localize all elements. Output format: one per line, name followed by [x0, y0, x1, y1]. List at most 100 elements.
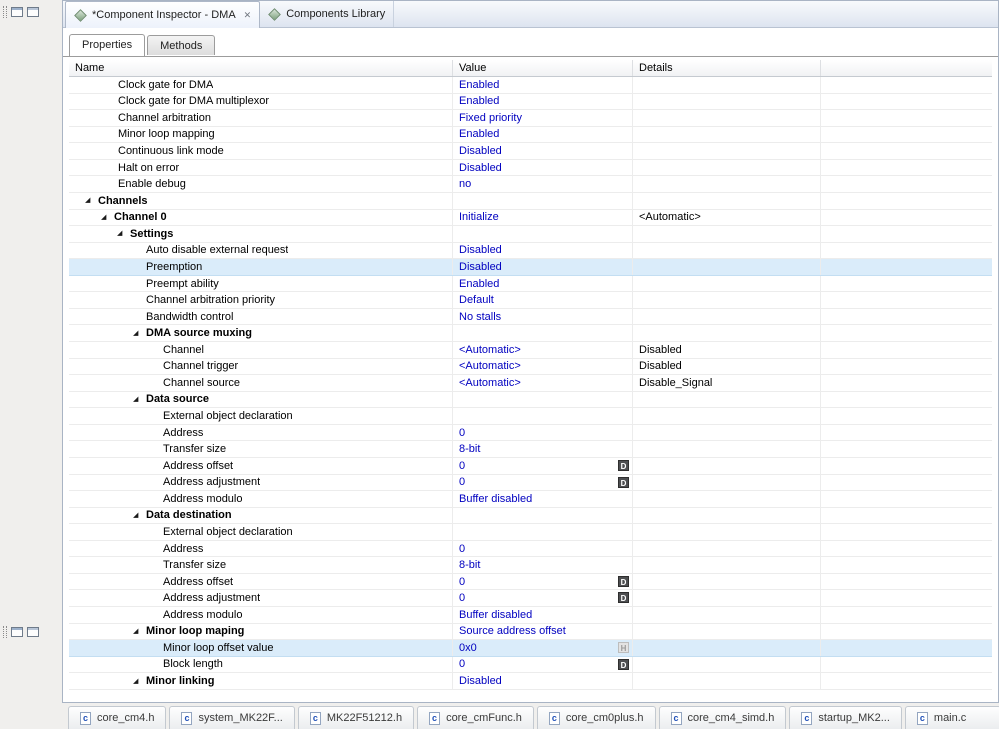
- minimized-view-bar-top[interactable]: [3, 4, 59, 20]
- value-cell[interactable]: Disabled: [453, 159, 633, 176]
- flag-badge-D[interactable]: D: [618, 476, 629, 488]
- expander-icon[interactable]: ◢: [133, 678, 142, 685]
- close-icon[interactable]: ✕: [244, 10, 252, 20]
- value-cell[interactable]: Source address offset: [453, 623, 633, 640]
- drag-grip-icon[interactable]: [3, 6, 7, 18]
- table-row[interactable]: Halt on error Disabled: [69, 159, 992, 177]
- table-row[interactable]: External object declaration: [69, 524, 992, 541]
- table-row[interactable]: Address offset 0 D: [69, 573, 992, 591]
- table-row[interactable]: Channel arbitration priority Default: [69, 292, 992, 309]
- value-cell[interactable]: Fixed priority: [453, 110, 633, 126]
- tab-properties[interactable]: Properties: [69, 34, 146, 56]
- table-row[interactable]: Enable debug no: [69, 176, 992, 193]
- table-row[interactable]: Address 0: [69, 424, 992, 442]
- value-cell[interactable]: [453, 507, 633, 524]
- table-row[interactable]: Transfer size 8-bit: [69, 557, 992, 574]
- file-tab[interactable]: c system_MK22F...: [169, 706, 295, 729]
- table-row[interactable]: ◢ DMA source muxing: [69, 325, 992, 342]
- value-cell[interactable]: 0x0 H: [453, 640, 633, 656]
- expander-icon[interactable]: ◢: [117, 230, 126, 237]
- table-row[interactable]: Block length 0 D: [69, 656, 992, 674]
- table-row[interactable]: Address adjustment 0 D: [69, 590, 992, 607]
- value-cell[interactable]: 8-bit: [453, 441, 633, 457]
- value-cell[interactable]: Enabled: [453, 126, 633, 143]
- value-cell[interactable]: Disabled: [453, 242, 633, 259]
- table-row[interactable]: Channel arbitration Fixed priority: [69, 110, 992, 127]
- column-header-details[interactable]: Details: [633, 60, 821, 76]
- flag-badge-D[interactable]: D: [618, 459, 629, 471]
- drag-grip-icon[interactable]: [3, 626, 7, 638]
- table-row[interactable]: Preempt ability Enabled: [69, 275, 992, 293]
- value-cell[interactable]: [453, 226, 633, 242]
- file-tab[interactable]: c startup_MK2...: [789, 706, 902, 729]
- value-cell[interactable]: 0 D: [453, 573, 633, 590]
- expander-icon[interactable]: ◢: [85, 197, 94, 204]
- tab-components-library[interactable]: Components Library: [260, 1, 395, 27]
- value-cell[interactable]: <Automatic>: [453, 358, 633, 375]
- value-cell[interactable]: [453, 391, 633, 408]
- value-cell[interactable]: Disabled: [453, 259, 633, 275]
- table-row[interactable]: Channel trigger <Automatic> Disabled: [69, 358, 992, 376]
- expander-icon[interactable]: ◢: [133, 628, 142, 635]
- value-cell[interactable]: 0 D: [453, 474, 633, 491]
- file-tab[interactable]: c core_cm0plus.h: [536, 706, 656, 729]
- minimized-view-icon[interactable]: [27, 7, 39, 17]
- table-row[interactable]: Clock gate for DMA multiplexor Enabled: [69, 93, 992, 111]
- table-row[interactable]: Auto disable external request Disabled: [69, 242, 992, 260]
- table-row[interactable]: ◢ Channels: [69, 192, 992, 210]
- table-row[interactable]: Bandwidth control No stalls: [69, 308, 992, 326]
- table-row[interactable]: External object declaration: [69, 408, 992, 425]
- table-row[interactable]: ◢ Data destination: [69, 507, 992, 525]
- expander-icon[interactable]: ◢: [133, 512, 142, 519]
- flag-badge-D[interactable]: D: [618, 575, 629, 587]
- value-cell[interactable]: Enabled: [453, 93, 633, 110]
- table-row[interactable]: Address offset 0 D: [69, 457, 992, 475]
- table-row[interactable]: Channel source <Automatic> Disable_Signa…: [69, 375, 992, 392]
- value-cell[interactable]: No stalls: [453, 308, 633, 325]
- file-tab[interactable]: c core_cmFunc.h: [417, 706, 534, 729]
- flag-badge-D[interactable]: D: [618, 592, 629, 604]
- value-cell[interactable]: Default: [453, 292, 633, 308]
- column-header-value[interactable]: Value: [453, 60, 633, 76]
- expander-icon[interactable]: ◢: [101, 214, 110, 221]
- value-cell[interactable]: <Automatic>: [453, 375, 633, 391]
- value-cell[interactable]: [453, 192, 633, 209]
- restore-view-icon[interactable]: [11, 7, 23, 17]
- table-row[interactable]: Address modulo Buffer disabled: [69, 607, 992, 624]
- value-cell[interactable]: [453, 325, 633, 341]
- table-row[interactable]: ◢ Minor linking Disabled: [69, 673, 992, 690]
- table-row[interactable]: Channel <Automatic> Disabled: [69, 342, 992, 359]
- minimized-view-bar-bottom[interactable]: [3, 624, 59, 640]
- table-row[interactable]: Address modulo Buffer disabled: [69, 491, 992, 508]
- value-cell[interactable]: Initialize: [453, 209, 633, 226]
- value-cell[interactable]: Buffer disabled: [453, 607, 633, 623]
- expander-icon[interactable]: ◢: [133, 396, 142, 403]
- table-row[interactable]: Minor loop mapping Enabled: [69, 126, 992, 144]
- value-cell[interactable]: Disabled: [453, 143, 633, 159]
- table-row[interactable]: Transfer size 8-bit: [69, 441, 992, 458]
- table-row[interactable]: ◢ Minor loop maping Source address offse…: [69, 623, 992, 641]
- table-row[interactable]: ◢ Data source: [69, 391, 992, 409]
- value-cell[interactable]: 0: [453, 540, 633, 557]
- tab-component-inspector-dma[interactable]: *Component Inspector - DMA ✕: [65, 1, 261, 28]
- restore-view-icon[interactable]: [11, 627, 23, 637]
- value-cell[interactable]: no: [453, 176, 633, 192]
- table-row[interactable]: Clock gate for DMA Enabled: [69, 77, 992, 94]
- flag-badge-H[interactable]: H: [618, 642, 629, 654]
- value-cell[interactable]: 0: [453, 424, 633, 441]
- value-cell[interactable]: Enabled: [453, 77, 633, 93]
- value-cell[interactable]: 0 D: [453, 457, 633, 474]
- table-row[interactable]: Continuous link mode Disabled: [69, 143, 992, 160]
- table-row[interactable]: Preemption Disabled: [69, 259, 992, 276]
- file-tab[interactable]: c main.c: [904, 706, 999, 729]
- table-row[interactable]: ◢ Settings: [69, 226, 992, 243]
- minimized-view-icon[interactable]: [27, 627, 39, 637]
- value-cell[interactable]: <Automatic>: [453, 342, 633, 358]
- column-header-extra[interactable]: [821, 60, 992, 76]
- table-row[interactable]: Address 0: [69, 540, 992, 558]
- table-row[interactable]: Address adjustment 0 D: [69, 474, 992, 492]
- value-cell[interactable]: 8-bit: [453, 557, 633, 573]
- value-cell[interactable]: Buffer disabled: [453, 491, 633, 507]
- value-cell[interactable]: [453, 524, 633, 540]
- expander-icon[interactable]: ◢: [133, 330, 142, 337]
